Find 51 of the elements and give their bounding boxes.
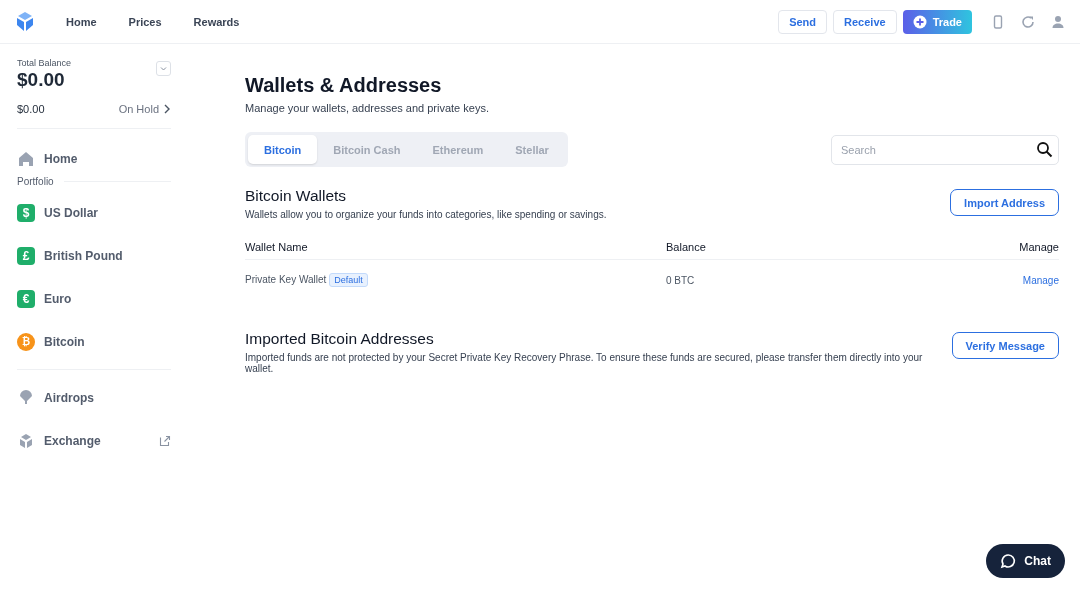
sidebar-item[interactable]: $ US Dollar [17, 191, 171, 234]
refresh-icon[interactable] [1020, 13, 1036, 30]
sidebar-item[interactable]: ₿ Bitcoin [17, 320, 171, 363]
section-description: Imported funds are not protected by your Secret Private Key Recovery Phrase. To ensure these funds are secured, please transfer them directly into your wallet. [245, 352, 924, 374]
balance-label: Total Balance [17, 58, 73, 68]
sidebar-item[interactable]: Exchange [17, 419, 171, 462]
dropdown-icon[interactable] [156, 61, 171, 76]
tab[interactable]: Bitcoin [248, 135, 318, 164]
parachute-icon [17, 388, 35, 407]
sidebar-item[interactable]: Airdrops [17, 376, 171, 419]
cube-icon [17, 431, 35, 450]
verify-message-button[interactable]: Verify Message [951, 332, 1059, 359]
currency-icon: € [17, 289, 35, 308]
chat-button[interactable]: Chat [986, 544, 1065, 578]
sidebar-item[interactable]: £ British Pound [17, 234, 171, 277]
column-header: Balance [666, 241, 706, 253]
header-button[interactable]: Send [778, 9, 828, 34]
default-badge: Default [329, 273, 368, 287]
user-icon[interactable] [1050, 13, 1066, 30]
plus-icon [912, 14, 927, 29]
external-link-icon [159, 434, 171, 447]
on-hold-link[interactable]: On Hold [118, 103, 171, 115]
page-title: Wallets & Addresses [245, 74, 443, 97]
sidebar-item[interactable]: Home [17, 142, 171, 176]
chat-bubble-icon [1000, 553, 1017, 569]
section-description: Wallets allow you to organize your funds into categories, like spending or savings. [245, 209, 607, 220]
header-button[interactable]: Receive [833, 9, 897, 34]
currency-icon: $ [17, 203, 35, 222]
section-label: Portfolio [17, 176, 54, 187]
section-title: Imported Bitcoin Addresses [245, 330, 435, 348]
column-header: Wallet Name [245, 241, 308, 253]
nav-link[interactable]: Rewards [193, 15, 240, 28]
wallet-balance: 0 BTC [666, 274, 695, 286]
chevron-right-icon [163, 104, 171, 114]
import-address-button[interactable]: Import Address [950, 189, 1059, 216]
sidebar-item[interactable]: € Euro [17, 277, 171, 320]
nav-link[interactable]: Prices [128, 15, 162, 28]
search-icon[interactable] [1036, 140, 1053, 158]
available-balance: $0.00 [17, 103, 45, 115]
logo-icon[interactable] [14, 10, 36, 33]
wallet-name: Private Key Wallet [245, 274, 327, 285]
page-subtitle: Manage your wallets, addresses and private keys. [245, 102, 490, 114]
currency-icon: £ [17, 246, 35, 265]
nav-link[interactable]: Home [66, 15, 97, 28]
manage-link[interactable]: Manage [1022, 274, 1059, 286]
currency-icon: ₿ [17, 332, 35, 351]
home-icon [17, 150, 35, 168]
total-balance: $0.00 [17, 69, 65, 91]
column-header: Manage [1019, 241, 1059, 253]
search-field[interactable]: Search [831, 134, 1059, 165]
section-title: Bitcoin Wallets [245, 187, 348, 205]
